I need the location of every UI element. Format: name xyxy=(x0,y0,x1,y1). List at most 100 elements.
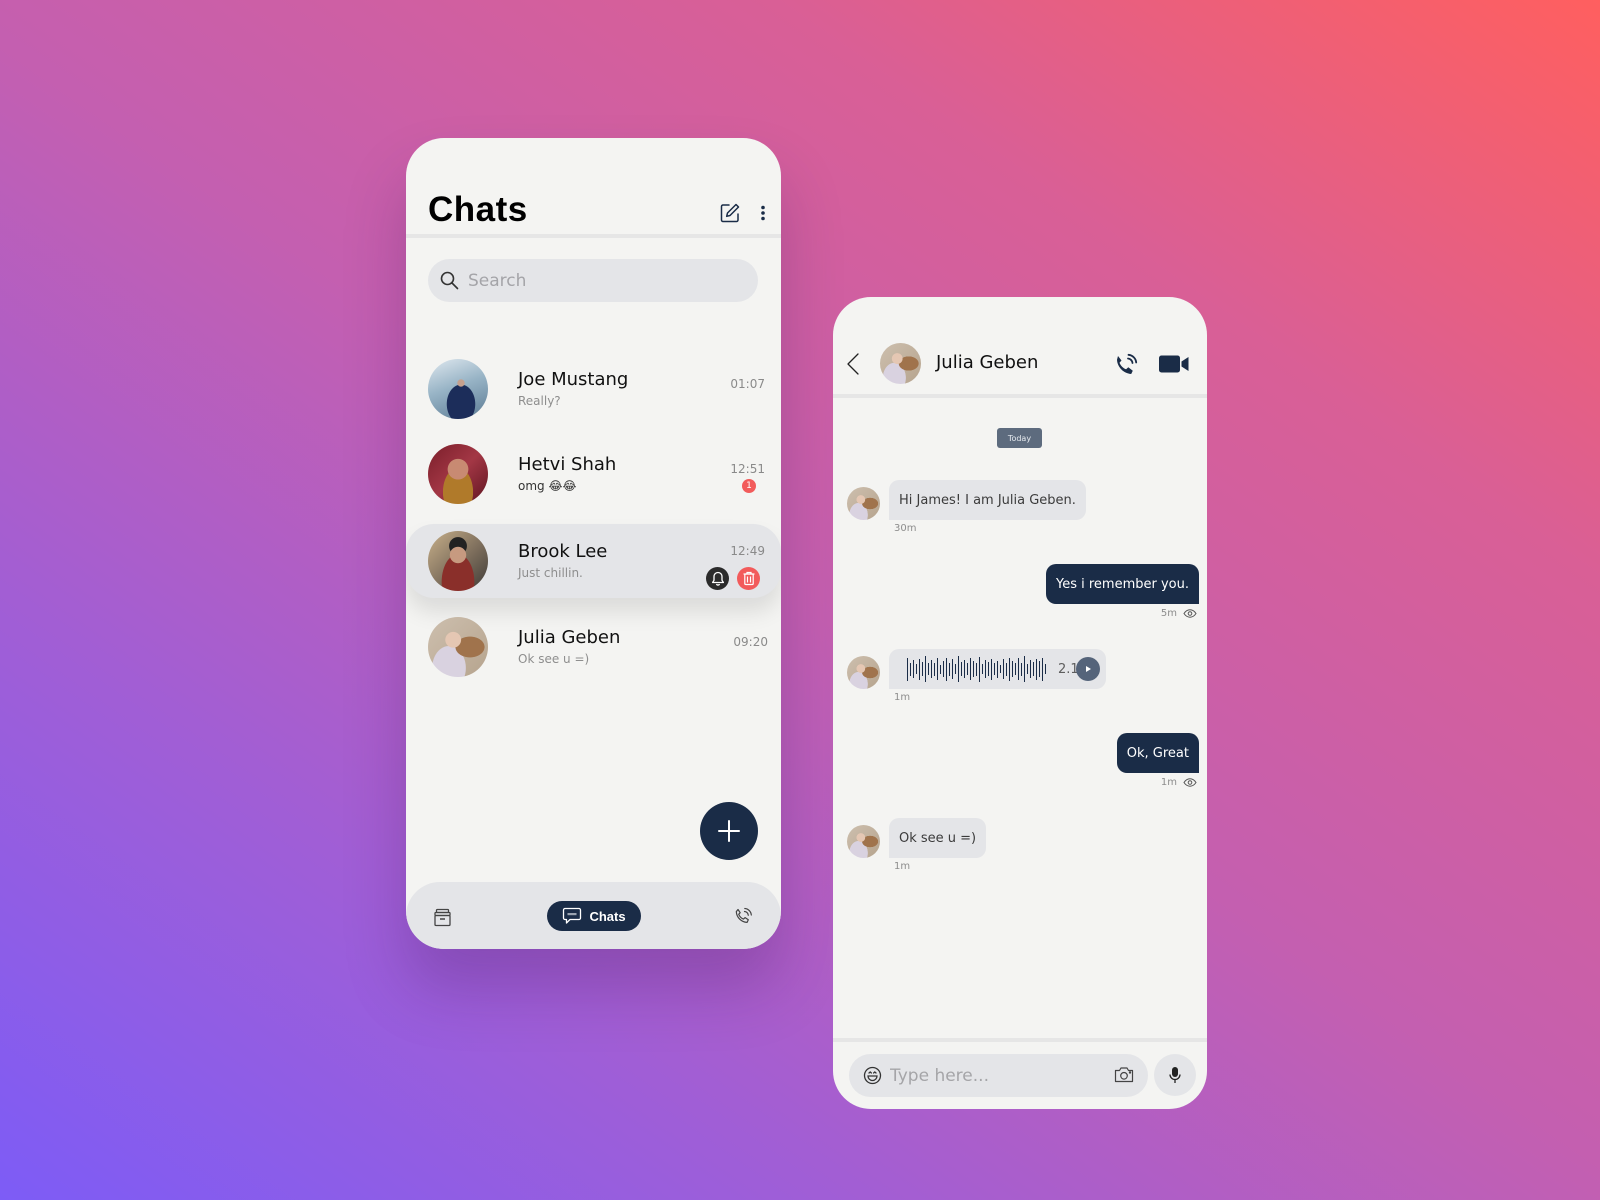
waveform-bar xyxy=(955,664,956,674)
message-input[interactable] xyxy=(890,1065,1100,1086)
waveform-bar xyxy=(949,662,950,676)
waveform-bar xyxy=(1039,661,1040,677)
waveform-bar xyxy=(973,661,974,677)
nav-chats-tab[interactable]: Chats xyxy=(547,901,641,931)
voice-call-button[interactable] xyxy=(1113,352,1139,378)
waveform-bar xyxy=(1000,665,1001,673)
waveform-bar xyxy=(1012,661,1013,677)
incoming-message-bubble: Hi James! I am Julia Geben. xyxy=(889,480,1086,520)
waveform-bar xyxy=(934,662,935,676)
camera-button[interactable] xyxy=(1114,1066,1134,1084)
timestamp: 1m xyxy=(894,861,911,872)
conversation-item[interactable]: Julia Geben Ok see u =) 09:20 xyxy=(406,610,781,684)
nav-archive-button[interactable] xyxy=(431,906,453,928)
conversation-item[interactable]: Joe Mustang Really? 01:07 xyxy=(406,352,781,426)
audio-waveform[interactable] xyxy=(907,655,1046,683)
waveform-bar xyxy=(931,660,932,678)
voice-record-button[interactable] xyxy=(1154,1054,1196,1096)
waveform-bar xyxy=(1045,664,1046,674)
nav-calls-button[interactable] xyxy=(732,906,754,928)
new-chat-fab[interactable] xyxy=(700,802,758,860)
more-options-button[interactable] xyxy=(759,202,767,224)
outgoing-message-bubble: Ok, Great xyxy=(1116,733,1199,773)
message-time: 1m xyxy=(894,692,910,703)
waveform-bar xyxy=(1024,656,1025,682)
chat-list-screen: Chats Joe Mustang Really? 01:07 Hetvi Sh… xyxy=(406,138,781,949)
sender-avatar xyxy=(847,656,880,689)
seen-eye-icon xyxy=(1183,609,1197,618)
waveform-bar xyxy=(967,663,968,675)
waveform-bar xyxy=(958,656,959,682)
timestamp: 30m xyxy=(894,523,917,534)
search-bar[interactable] xyxy=(428,259,758,302)
play-button[interactable] xyxy=(1076,657,1100,681)
archive-icon xyxy=(433,908,451,926)
search-input[interactable] xyxy=(468,270,738,291)
back-chevron-icon xyxy=(847,353,859,375)
header-divider xyxy=(406,234,781,238)
waveform-bar xyxy=(916,664,917,674)
waveform-bar xyxy=(979,656,980,682)
waveform-bar xyxy=(976,662,977,676)
waveform-bar xyxy=(1042,657,1043,681)
chat-bubble-icon xyxy=(563,907,582,924)
mute-button[interactable] xyxy=(706,567,729,590)
message-preview: Really? xyxy=(518,394,561,408)
waveform-bar xyxy=(991,658,992,680)
message-time: 5m xyxy=(1161,608,1197,619)
edit-icon xyxy=(720,203,740,223)
contact-name: Julia Geben xyxy=(936,352,1039,373)
more-vertical-icon xyxy=(761,205,765,221)
waveform-bar xyxy=(907,657,908,681)
waveform-bar xyxy=(1006,662,1007,676)
conversation-item[interactable]: Hetvi Shah omg 😂😂 12:51 1 xyxy=(406,437,781,511)
waveform-bar xyxy=(1021,662,1022,676)
video-call-button[interactable] xyxy=(1159,354,1189,374)
play-icon xyxy=(1086,666,1091,672)
waveform-bar xyxy=(970,658,971,680)
sender-avatar xyxy=(847,487,880,520)
waveform-bar xyxy=(928,663,929,675)
delete-button[interactable] xyxy=(737,567,760,590)
back-button[interactable] xyxy=(846,352,860,376)
message-composer[interactable] xyxy=(849,1054,1148,1097)
waveform-bar xyxy=(985,660,986,678)
trash-icon xyxy=(743,571,754,586)
sender-avatar xyxy=(847,825,880,858)
conversation-item-selected[interactable]: Brook Lee Just chillin. 12:49 xyxy=(406,524,781,598)
contact-name: Hetvi Shah xyxy=(518,454,617,475)
message-time: 01:07 xyxy=(730,377,765,391)
search-icon xyxy=(440,271,459,290)
timestamp: 5m xyxy=(1160,608,1177,619)
waveform-bar xyxy=(925,656,926,682)
avatar xyxy=(428,617,488,677)
message-preview: Ok see u =) xyxy=(518,652,590,666)
waveform-bar xyxy=(1033,662,1034,676)
message-time: 1m xyxy=(1161,777,1197,788)
timestamp: 1m xyxy=(894,692,911,703)
date-separator: Today xyxy=(997,428,1042,448)
new-message-button[interactable] xyxy=(719,202,741,224)
waveform-bar xyxy=(1030,660,1031,678)
nav-chats-label: Chats xyxy=(589,908,626,924)
emoji-icon[interactable] xyxy=(863,1066,882,1085)
incoming-message-bubble: Ok see u =) xyxy=(889,818,987,858)
message-time: 09:20 xyxy=(733,635,768,649)
video-camera-icon xyxy=(1159,355,1189,373)
waveform-bar xyxy=(1015,663,1016,675)
waveform-bar xyxy=(940,664,941,674)
waveform-bar xyxy=(997,660,998,678)
message-time: 12:49 xyxy=(730,544,765,558)
waveform-bar xyxy=(1027,664,1028,674)
waveform-bar xyxy=(937,658,938,680)
avatar xyxy=(428,359,488,419)
camera-icon xyxy=(1114,1067,1134,1083)
outgoing-message-bubble: Yes i remember you. xyxy=(1046,564,1199,604)
contact-avatar xyxy=(880,343,921,384)
contact-name: Joe Mustang xyxy=(518,369,629,390)
header-divider xyxy=(833,394,1207,398)
message-time: 30m xyxy=(894,523,916,534)
waveform-bar xyxy=(913,660,914,678)
message-preview: omg 😂😂 xyxy=(518,479,577,493)
waveform-bar xyxy=(943,661,944,677)
